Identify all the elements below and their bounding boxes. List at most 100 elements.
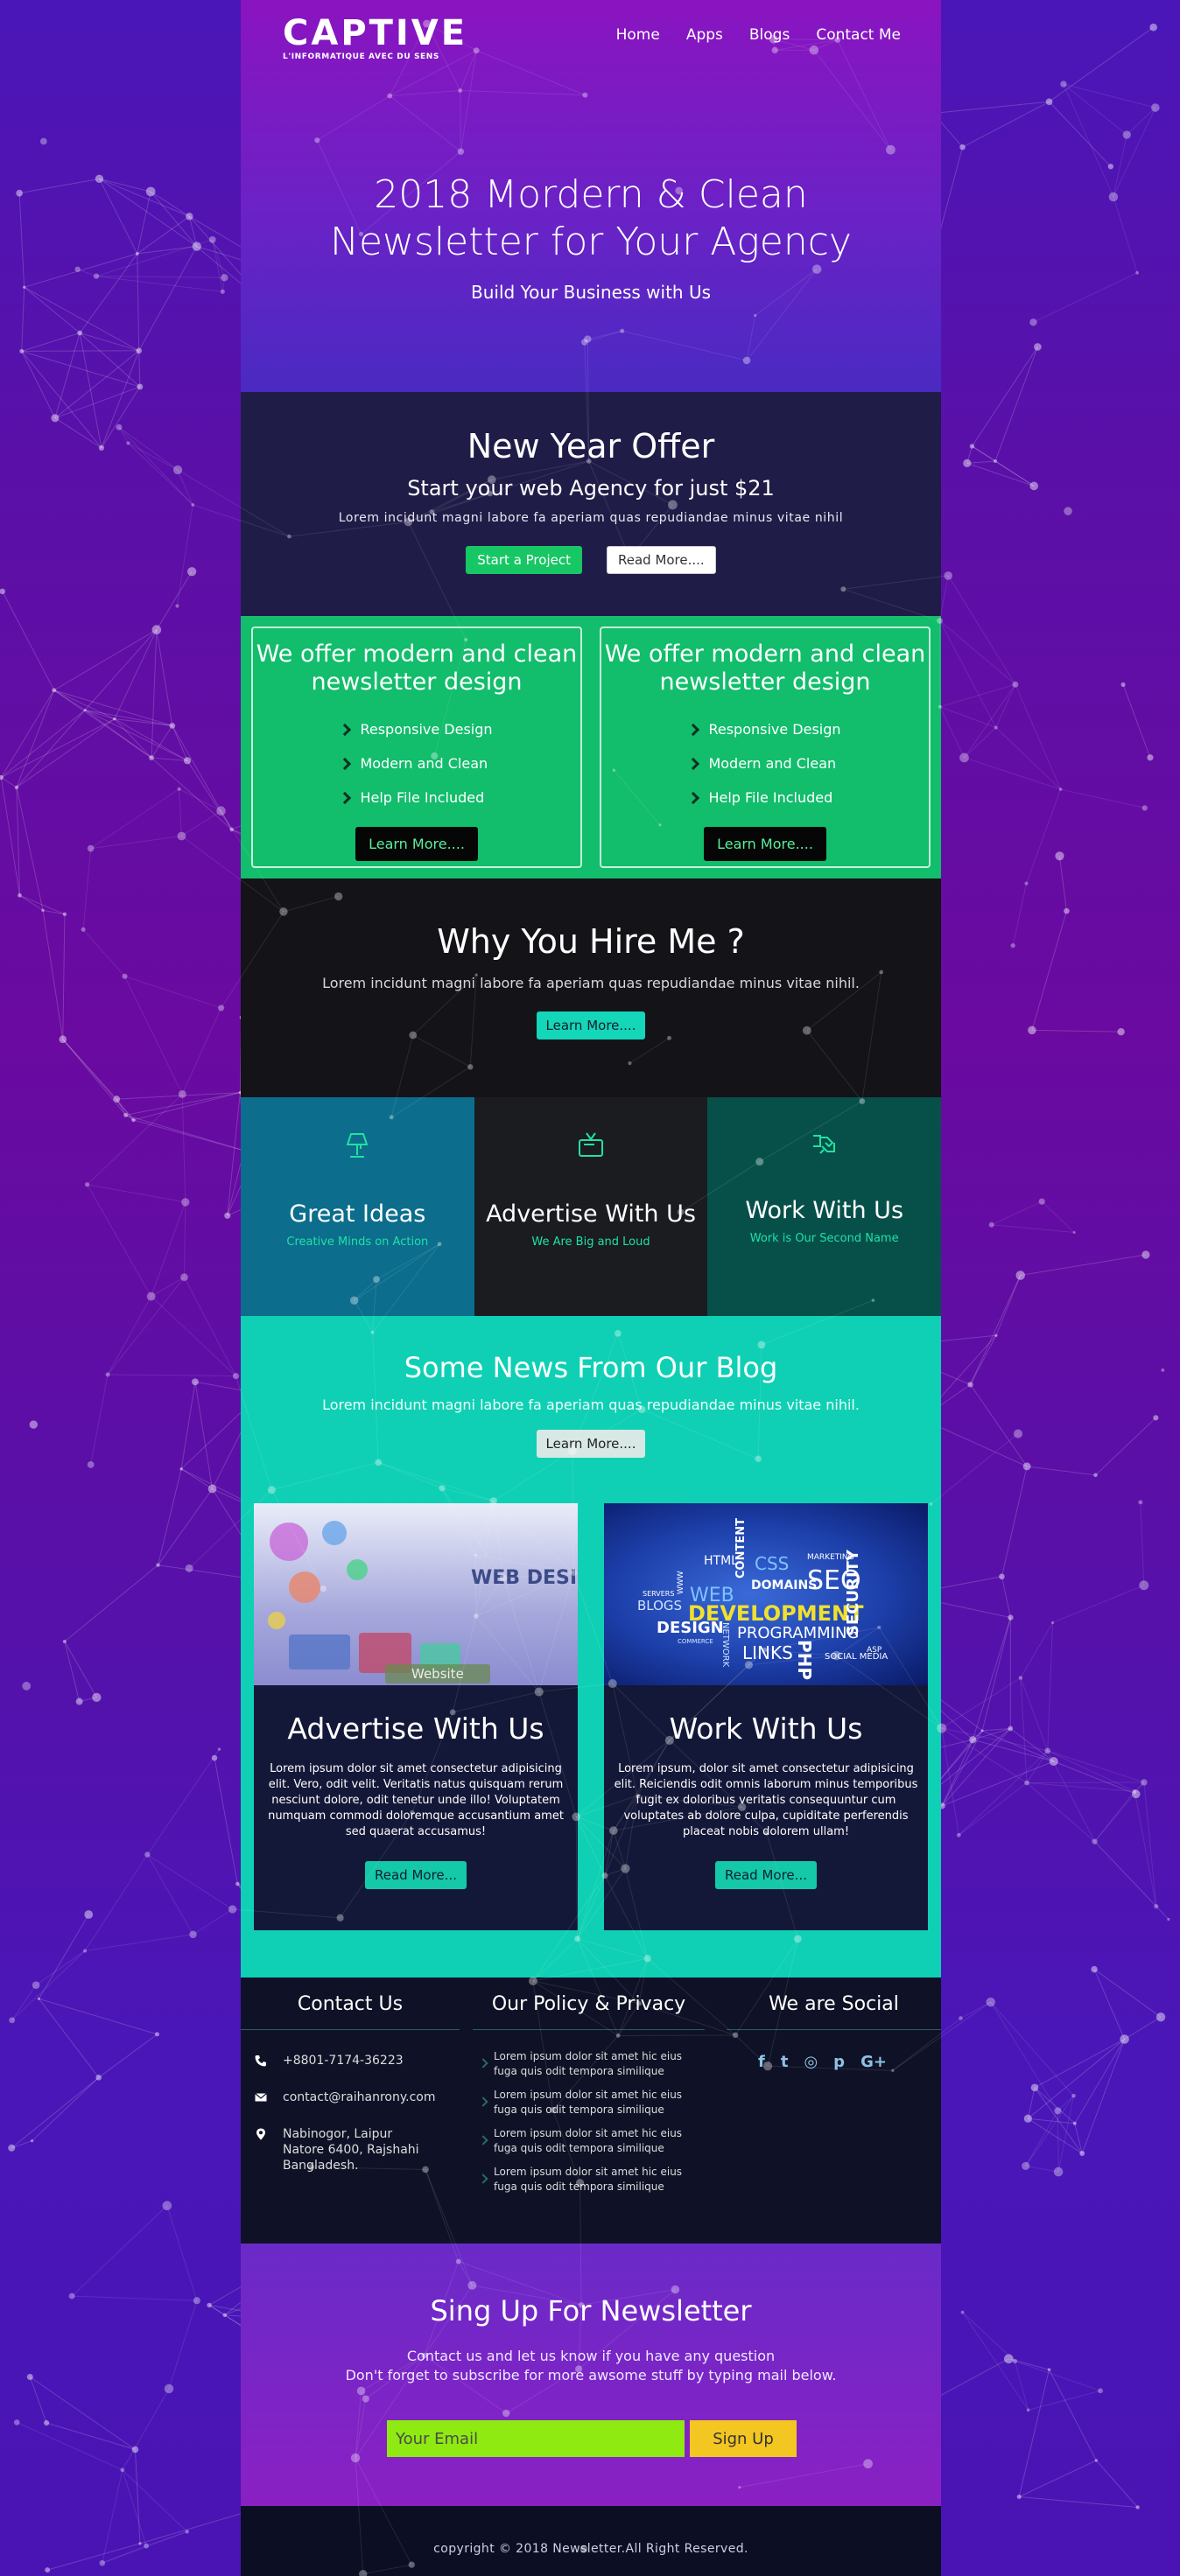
network-dot [1117,1028,1125,1036]
network-line [24,253,137,288]
network-line [970,1384,1028,1467]
network-dot [26,2373,33,2381]
services-section: Great Ideas Creative Minds on Action Adv… [241,1097,941,1316]
network-dot [44,2419,50,2426]
policy-item[interactable]: Lorem ipsum dolor sit amet hic eius fuga… [473,2088,705,2118]
logo[interactable]: CAPTIVE L'INFORMATIQUE AVEC DU SENS [283,16,467,61]
policy-item[interactable]: Lorem ipsum dolor sit amet hic eius fuga… [473,2165,705,2194]
network-dot [18,892,22,898]
service-title: Work With Us [745,1197,904,1224]
network-dot [967,1382,973,1388]
nav-home[interactable]: Home [616,26,660,44]
contact-address: Nabinogor, Laipur Natore 6400, Rajshahi … [241,2126,460,2174]
network-line [0,690,55,778]
offer-text: Lorem incidunt magni labore fa aperiam q… [338,511,844,525]
word: DESIGN [657,1619,724,1637]
image-badge: Website [411,1666,464,1682]
network-dot [30,2139,34,2143]
why-learn-more-button[interactable]: Learn More.... [536,1012,646,1040]
network-dot [969,1736,977,1744]
twitter-icon[interactable]: t [781,2053,789,2071]
network-line [21,332,81,352]
google-plus-icon[interactable]: G+ [860,2053,887,2071]
copyright-text: copyright © 2018 Newsletter.All Right Re… [433,2542,748,2556]
network-line [1,718,116,778]
network-dot [211,1754,218,1761]
network-line [54,417,102,449]
learn-more-button[interactable]: Learn More.... [355,827,478,861]
nav-apps[interactable]: Apps [686,26,723,44]
image-label: WEB DESIGNING [471,1567,578,1589]
network-line [42,909,66,915]
network-dot [1107,164,1114,170]
social-column: We are Social f t ◎ p G+ [727,1978,941,2071]
service-great-ideas: Great Ideas Creative Minds on Action [241,1097,474,1316]
blog-card-image[interactable]: WEB DEVELOPMENT HTML CSS SEO DOMAINS BLO… [604,1503,928,1685]
network-line [186,760,233,830]
chevron-right-icon [478,2058,488,2068]
network-line [151,757,232,830]
network-line [99,178,138,255]
network-line [1058,856,1067,912]
network-dot [92,1692,102,1703]
contact-phone-text[interactable]: +8801-7174-36223 [283,2053,404,2068]
network-dot [59,1035,67,1044]
network-line [180,1382,196,1469]
network-dot [1028,1026,1036,1035]
blog-title: Some News From Our Blog [404,1351,778,1384]
footer-info-section: Contact Us +8801-7174-36223 contact@raih… [241,1978,941,2244]
blog-section: Some News From Our Blog Lorem incidunt m… [241,1316,941,1978]
network-dot [37,1997,41,2000]
learn-more-button[interactable]: Learn More.... [704,827,826,861]
contact-email-text[interactable]: contact@raihanrony.com [283,2090,435,2105]
network-dot [207,2302,212,2308]
blog-read-more-button[interactable]: Read More... [365,1861,467,1889]
blog-learn-more-button[interactable]: Learn More.... [536,1430,646,1458]
network-dot [77,330,83,336]
network-line [1009,1728,1055,1762]
network-dot [183,757,192,765]
network-dot [62,1640,67,1644]
blog-card-image[interactable]: WEB DESIGNING Website [254,1503,578,1685]
sign-up-button[interactable]: Sign Up [690,2420,797,2457]
word: HTML [704,1554,738,1568]
network-line [11,2076,100,2149]
network-line [1001,1466,1028,1577]
service-subtitle: Creative Minds on Action [286,1236,429,1249]
network-line [19,894,44,911]
facebook-icon[interactable]: f [758,2053,765,2071]
network-line [114,718,172,726]
network-dot [45,2567,51,2573]
policy-item[interactable]: Lorem ipsum dolor sit amet hic eius fuga… [473,2126,705,2156]
features-section: We offer modern and clean newsletter des… [241,616,941,878]
network-line [53,690,116,720]
network-line [981,1617,1011,1732]
why-hire-section: Why You Hire Me ? Lorem incidunt magni l… [241,878,941,1097]
network-line [1049,26,1154,102]
nav-blogs[interactable]: Blogs [749,26,790,44]
blog-read-more-button[interactable]: Read More... [715,1861,817,1889]
feature-item-label: Help File Included [708,789,833,806]
network-dot [149,755,155,761]
read-more-button[interactable]: Read More.... [606,546,716,574]
network-dot [222,2313,228,2318]
nav-contact[interactable]: Contact Me [816,26,901,44]
network-line [64,1641,81,1702]
instagram-icon[interactable]: ◎ [804,2053,818,2071]
contact-list: +8801-7174-36223 contact@raihanrony.com … [241,2053,460,2174]
start-project-button[interactable]: Start a Project [466,546,582,574]
word: NETWORK [720,1622,730,1668]
contact-title: Contact Us [241,1978,460,2030]
network-dot [1008,1614,1014,1620]
network-line [1095,2460,1139,2508]
network-line [19,178,100,194]
network-dot [186,567,197,577]
word: BLOGS [637,1598,682,1614]
word: LINKS [742,1642,793,1663]
network-dot [1047,2368,1051,2371]
email-input[interactable] [387,2420,685,2457]
service-title: Great Ideas [289,1200,426,1228]
policy-item[interactable]: Lorem ipsum dolor sit amet hic eius fuga… [473,2049,705,2079]
pinterest-icon[interactable]: p [833,2053,845,2071]
network-dot [1015,1270,1025,1280]
